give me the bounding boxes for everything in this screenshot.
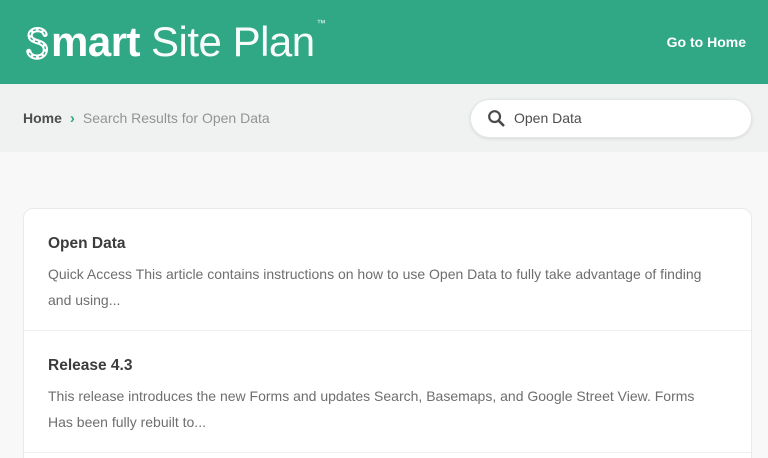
search-input[interactable] <box>514 110 737 126</box>
search-results-card: Open Data Quick Access This article cont… <box>23 208 752 458</box>
result-excerpt: Quick Access This article contains instr… <box>48 266 702 308</box>
brand-name-light: Site Plan <box>151 18 315 65</box>
search-icon <box>488 110 505 127</box>
result-title: Open Data <box>48 235 126 252</box>
brand-s-icon <box>26 26 49 60</box>
result-title: Release 4.3 <box>48 357 133 374</box>
chevron-right-icon: › <box>69 109 75 127</box>
search-box <box>470 98 752 138</box>
result-excerpt: This release introduces the new Forms an… <box>48 388 695 430</box>
app-header: mart Site Plan ™ Go to Home <box>0 0 768 84</box>
search-result-item[interactable]: Open Data Quick Access This article cont… <box>24 209 751 331</box>
breadcrumb: Home › Search Results for Open Data <box>23 110 270 127</box>
breadcrumb-bar: Home › Search Results for Open Data <box>0 84 768 152</box>
brand-logo[interactable]: mart Site Plan ™ <box>24 17 326 65</box>
brand-name-bold: mart <box>51 18 141 65</box>
breadcrumb-current: Search Results for Open Data <box>82 110 270 126</box>
go-home-link[interactable]: Go to Home <box>667 34 746 50</box>
results-area: Open Data Quick Access This article cont… <box>0 152 768 458</box>
breadcrumb-home-link[interactable]: Home <box>23 110 62 126</box>
trademark-symbol: ™ <box>316 17 326 28</box>
search-result-item[interactable]: Release 4.3 This release introduces the … <box>24 331 751 453</box>
